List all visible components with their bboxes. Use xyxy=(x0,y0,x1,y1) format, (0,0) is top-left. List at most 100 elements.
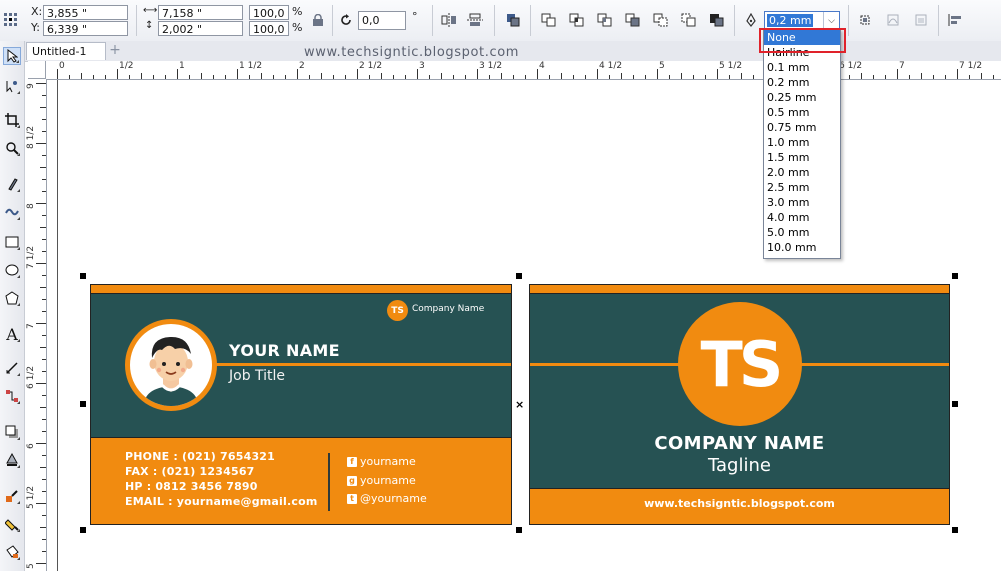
ruler-minor-tick xyxy=(609,75,610,79)
ruler-minor-tick xyxy=(42,215,46,216)
scale-x-field[interactable]: 100,0 xyxy=(249,5,289,20)
eyedropper-tool-icon[interactable] xyxy=(3,487,21,505)
ruler-minor-tick xyxy=(945,75,946,79)
simplify-icon[interactable] xyxy=(624,11,642,29)
outline-width-value[interactable]: 0,2 mm xyxy=(767,14,814,27)
polygon-tool-icon[interactable] xyxy=(3,289,21,307)
drop-shadow-tool-icon[interactable] xyxy=(3,423,21,441)
ruler-minor-tick xyxy=(189,75,190,79)
ruler-minor-tick xyxy=(909,75,910,79)
selection-handle-middle-right[interactable] xyxy=(952,401,958,407)
mirror-vertical-icon[interactable] xyxy=(466,11,484,29)
add-document-button[interactable]: + xyxy=(108,43,122,58)
y-label: Y: xyxy=(31,21,40,34)
x-position-field[interactable]: 3,855 " xyxy=(43,5,128,20)
ruler-minor-tick xyxy=(309,75,310,79)
artistic-media-tool-icon[interactable] xyxy=(3,203,21,221)
combine-icon[interactable] xyxy=(504,11,522,29)
vertical-ruler[interactable]: 9 8 1/2 8 7 1/2 7 6 1/2 6 5 1/2 5 xyxy=(26,79,47,571)
ruler-minor-tick xyxy=(705,75,706,79)
ruler-minor-tick xyxy=(42,239,46,240)
selection-handle-top-right[interactable] xyxy=(952,273,958,279)
ellipse-tool-icon[interactable] xyxy=(3,261,21,279)
weld-icon[interactable] xyxy=(540,11,558,29)
text-wrap-icon[interactable] xyxy=(856,11,874,29)
ruler-minor-tick xyxy=(42,179,46,180)
freehand-tool-icon[interactable] xyxy=(3,175,21,193)
ruler-label: 3 xyxy=(419,61,425,71)
outline-option-5-0mm[interactable]: 5.0 mm xyxy=(764,225,840,240)
transparency-tool-icon[interactable] xyxy=(3,451,21,469)
ruler-minor-tick xyxy=(42,335,46,336)
smart-fill-tool-icon[interactable] xyxy=(3,543,21,561)
ruler-major-tick xyxy=(717,69,718,79)
align-distribute-icon[interactable] xyxy=(946,11,964,29)
horizontal-ruler[interactable]: 01/211 1/222 1/233 1/244 1/255 1/266 1/2… xyxy=(46,61,1001,80)
lock-ratio-icon[interactable] xyxy=(309,11,327,29)
tab-untitled-1[interactable]: Untitled-1 xyxy=(26,42,106,60)
outline-option-hairline[interactable]: Hairline xyxy=(764,45,840,60)
scale-y-field[interactable]: 100,0 xyxy=(249,21,289,36)
outline-option-3-0mm[interactable]: 3.0 mm xyxy=(764,195,840,210)
ruler-minor-tick xyxy=(42,299,46,300)
y-position-field[interactable]: 6,339 " xyxy=(43,21,128,36)
ruler-minor-tick xyxy=(753,75,754,79)
rectangle-tool-icon[interactable] xyxy=(3,233,21,251)
outline-option-0-1mm[interactable]: 0.1 mm xyxy=(764,60,840,75)
dimension-tool-icon[interactable] xyxy=(3,359,21,377)
ruler-minor-tick xyxy=(285,75,286,79)
outline-option-0-25mm[interactable]: 0.25 mm xyxy=(764,90,840,105)
mirror-horizontal-icon[interactable] xyxy=(440,11,458,29)
ruler-minor-tick xyxy=(42,191,46,192)
width-field[interactable]: 7,158 " xyxy=(158,5,243,20)
ruler-minor-tick xyxy=(669,75,670,79)
bitmap-icon[interactable] xyxy=(912,11,930,29)
outline-option-1-5mm[interactable]: 1.5 mm xyxy=(764,150,840,165)
business-card-front[interactable]: TS Company Name YOUR NAME Job Title PHON… xyxy=(90,284,512,525)
watermark-text: www.techsigntic.blogspot.com xyxy=(304,45,520,60)
ruler-minor-tick xyxy=(561,73,562,79)
front-minus-back-icon[interactable] xyxy=(652,11,670,29)
selection-handle-top-center[interactable] xyxy=(516,273,522,279)
selection-handle-bottom-right[interactable] xyxy=(952,527,958,533)
ruler-major-tick xyxy=(237,69,238,79)
back-minus-front-icon[interactable] xyxy=(680,11,698,29)
chevron-down-icon[interactable]: ⌵ xyxy=(823,12,839,29)
selection-handle-middle-left[interactable] xyxy=(80,401,86,407)
interactive-fill-tool-icon[interactable] xyxy=(3,515,21,533)
ruler-major-tick xyxy=(477,69,478,79)
outline-option-2-5mm[interactable]: 2.5 mm xyxy=(764,180,840,195)
connector-tool-icon[interactable] xyxy=(3,387,21,405)
outline-option-1-0mm[interactable]: 1.0 mm xyxy=(764,135,840,150)
business-card-back[interactable]: TS COMPANY NAME Tagline www.techsigntic.… xyxy=(529,284,950,525)
convert-to-curves-icon[interactable] xyxy=(884,11,902,29)
pick-tool-icon[interactable] xyxy=(3,47,21,65)
outline-option-0-2mm[interactable]: 0.2 mm xyxy=(764,75,840,90)
outline-option-0-75mm[interactable]: 0.75 mm xyxy=(764,120,840,135)
zoom-tool-icon[interactable] xyxy=(3,139,21,157)
outline-option-2-0mm[interactable]: 2.0 mm xyxy=(764,165,840,180)
intersect-icon[interactable] xyxy=(596,11,614,29)
selection-handle-bottom-left[interactable] xyxy=(80,527,86,533)
text-tool-icon[interactable]: A xyxy=(3,325,21,344)
outline-option-0-5mm[interactable]: 0.5 mm xyxy=(764,105,840,120)
outline-option-4-0mm[interactable]: 4.0 mm xyxy=(764,210,840,225)
selection-handle-bottom-center[interactable] xyxy=(516,527,522,533)
ruler-major-tick xyxy=(597,69,598,79)
ruler-major-tick xyxy=(36,503,46,504)
ruler-label: 5 1/2 xyxy=(26,485,36,509)
outline-width-combobox[interactable]: 0,2 mm ⌵ xyxy=(764,11,840,30)
shape-tool-icon[interactable] xyxy=(3,77,21,95)
outline-option-none[interactable]: None xyxy=(764,30,840,45)
trim-icon[interactable] xyxy=(568,11,586,29)
ruler-label: 6 1/2 xyxy=(26,365,36,389)
height-field[interactable]: 2,002 " xyxy=(158,21,243,36)
outline-option-10-0mm[interactable]: 10.0 mm xyxy=(764,240,840,255)
create-boundary-icon[interactable] xyxy=(708,11,726,29)
rotation-field[interactable]: 0,0 xyxy=(358,11,406,30)
selection-handle-top-left[interactable] xyxy=(80,273,86,279)
ruler-origin-icon[interactable] xyxy=(28,61,46,79)
crop-tool-icon[interactable] xyxy=(3,111,21,129)
object-origin-icon[interactable] xyxy=(4,13,18,27)
ruler-major-tick xyxy=(36,83,46,84)
